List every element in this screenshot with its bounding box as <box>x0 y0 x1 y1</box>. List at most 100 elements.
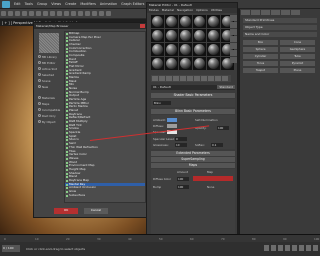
copy-icon[interactable] <box>180 76 186 81</box>
glossiness-spinner[interactable]: 10 <box>175 143 187 147</box>
bump-amount[interactable]: 100 <box>177 185 189 189</box>
bind-icon[interactable] <box>29 11 34 16</box>
go-start-icon[interactable] <box>264 245 269 251</box>
video-color-icon[interactable] <box>230 43 237 49</box>
options-icon[interactable] <box>230 57 237 63</box>
diffuse-map-slot-button[interactable] <box>193 176 233 181</box>
sample-type-icon[interactable] <box>230 15 237 21</box>
prev-frame-icon[interactable] <box>271 245 276 251</box>
map-list-item[interactable]: Subsurface <box>65 193 145 198</box>
show-option[interactable]: Root Only <box>38 114 60 118</box>
pan-icon[interactable] <box>306 245 311 251</box>
assign-icon[interactable] <box>166 76 172 81</box>
rollout-maps[interactable]: Maps <box>151 163 235 168</box>
reset-icon[interactable] <box>173 76 179 81</box>
material-sample-slot[interactable] <box>179 57 192 70</box>
material-editor-menu-item[interactable]: Navigation <box>177 8 193 13</box>
rollout-blinn[interactable]: Blinn Basic Parameters <box>151 109 235 114</box>
material-sample-slot[interactable] <box>207 29 220 42</box>
object-type-button[interactable]: Box <box>243 40 278 45</box>
object-type-button[interactable]: Tube <box>280 54 315 59</box>
material-editor-menu-item[interactable]: Utilities <box>211 8 222 13</box>
play-icon[interactable] <box>278 245 283 251</box>
material-sample-slot[interactable] <box>207 57 220 70</box>
get-material-icon[interactable] <box>152 76 158 81</box>
redo-icon[interactable] <box>8 11 13 16</box>
command-panel-rollout[interactable]: Object Type <box>243 25 317 30</box>
browse-from-option[interactable]: New <box>38 85 60 89</box>
close-icon[interactable] <box>140 24 145 28</box>
object-type-button[interactable]: Plane <box>280 68 315 73</box>
browse-from-option[interactable]: Selected <box>38 73 60 77</box>
bump-map-slot[interactable]: None <box>207 185 214 189</box>
utilities-tab-icon[interactable] <box>291 10 300 15</box>
uv-tiling-icon[interactable] <box>230 36 237 42</box>
scale-icon[interactable] <box>71 11 76 16</box>
menu-item[interactable]: Create <box>65 2 76 6</box>
object-type-button[interactable]: Teapot <box>243 68 278 73</box>
rollout-supersampling[interactable]: SuperSampling <box>151 157 235 162</box>
show-map-icon[interactable] <box>208 76 214 81</box>
show-end-icon[interactable] <box>215 76 221 81</box>
material-sample-slot[interactable] <box>179 15 192 28</box>
menu-item[interactable]: Tools <box>25 2 33 6</box>
material-sample-slot[interactable] <box>193 57 206 70</box>
move-icon[interactable] <box>57 11 62 16</box>
align-icon[interactable] <box>92 11 97 16</box>
material-sample-slot[interactable] <box>193 43 206 56</box>
material-sample-slot[interactable] <box>207 15 220 28</box>
show-option[interactable]: Materials <box>38 96 60 100</box>
object-type-button[interactable]: GeoSphere <box>280 47 315 52</box>
orbit-icon[interactable] <box>313 245 318 251</box>
show-option[interactable]: By Object <box>38 120 60 124</box>
hierarchy-tab-icon[interactable] <box>261 10 270 15</box>
browse-from-option[interactable]: Mtl Library <box>38 55 60 59</box>
soften-spinner[interactable]: 0.1 <box>211 143 223 147</box>
material-sample-slot[interactable] <box>165 43 178 56</box>
rollout-shader[interactable]: Shader Basic Parameters <box>151 93 235 98</box>
material-sample-slot[interactable] <box>179 43 192 56</box>
diffuse-map-amount[interactable]: 100 <box>177 177 189 181</box>
ambient-color-swatch[interactable] <box>167 118 177 122</box>
material-sample-slot[interactable] <box>151 15 164 28</box>
rotate-icon[interactable] <box>64 11 69 16</box>
menu-item[interactable]: Modifiers <box>80 2 95 6</box>
link-icon[interactable] <box>15 11 20 16</box>
backlight-icon[interactable] <box>230 22 237 28</box>
show-option[interactable]: Incompatible <box>38 108 60 112</box>
opacity-spinner[interactable]: 100 <box>217 126 229 130</box>
object-type-button[interactable]: Sphere <box>243 47 278 52</box>
map-list[interactable]: Bitmap Camera Map Per Pixel Cellular Checke… <box>64 31 146 203</box>
go-parent-icon[interactable] <box>222 76 228 81</box>
material-sample-slot[interactable] <box>165 29 178 42</box>
browse-from-option[interactable]: Scene <box>38 79 60 83</box>
material-editor-menu-item[interactable]: Options <box>196 8 208 13</box>
material-editor-menu-item[interactable]: Material <box>162 8 174 13</box>
material-type-button[interactable]: Standard <box>217 85 235 89</box>
material-sample-slot[interactable] <box>207 43 220 56</box>
make-preview-icon[interactable] <box>230 50 237 56</box>
menu-item[interactable]: Views <box>51 2 61 6</box>
create-tab-icon[interactable] <box>241 10 250 15</box>
material-sample-slot[interactable] <box>165 57 178 70</box>
frame-counter[interactable]: 0 / 100 <box>2 245 20 252</box>
material-sample-slot[interactable] <box>165 15 178 28</box>
object-type-button[interactable]: Torus <box>243 61 278 66</box>
zoom-icon[interactable] <box>299 245 304 251</box>
material-sample-slot[interactable] <box>151 29 164 42</box>
background-icon[interactable] <box>230 29 237 35</box>
material-sample-slot[interactable] <box>151 57 164 70</box>
modify-tab-icon[interactable] <box>251 10 260 15</box>
material-sample-slot[interactable] <box>151 43 164 56</box>
go-end-icon[interactable] <box>292 245 297 251</box>
rollout-extended[interactable]: Extended Parameters <box>151 151 235 156</box>
menu-item[interactable]: Edit <box>14 2 21 6</box>
snap-icon[interactable] <box>78 11 83 16</box>
diffuse-color-swatch[interactable] <box>167 124 177 128</box>
spec-level-spinner[interactable]: 0 <box>175 137 187 141</box>
app-logo-icon[interactable] <box>2 1 10 8</box>
ok-button[interactable]: OK <box>54 208 78 214</box>
object-type-button[interactable]: Cylinder <box>243 54 278 59</box>
mirror-icon[interactable] <box>85 11 90 16</box>
material-name-field[interactable]: 01 - Default Standard <box>151 85 235 90</box>
